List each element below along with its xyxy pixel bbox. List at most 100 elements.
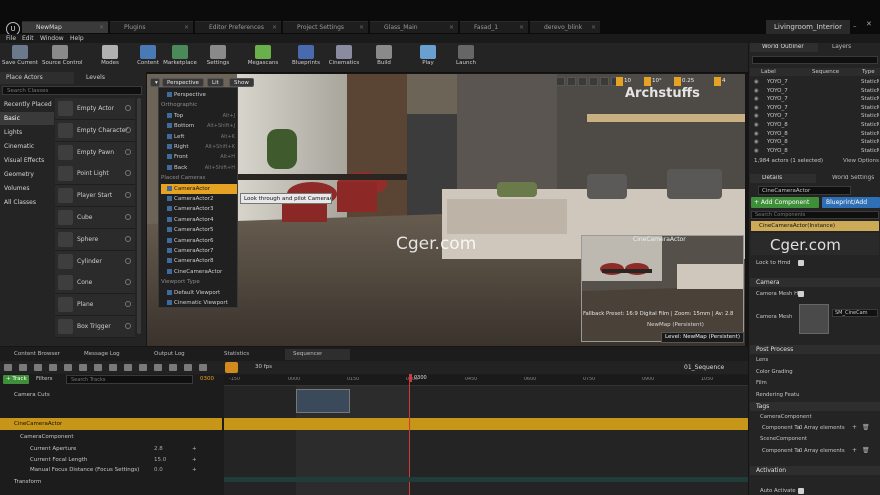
- close-tab-icon[interactable]: ✕: [272, 22, 277, 34]
- transform-tool-icon[interactable]: [589, 77, 598, 86]
- menu-edit[interactable]: Edit: [22, 34, 34, 43]
- view-options-button[interactable]: View Options: [843, 158, 879, 164]
- sequencer-tool-icon[interactable]: [139, 364, 147, 371]
- info-icon[interactable]: [125, 257, 131, 264]
- info-icon[interactable]: [125, 323, 131, 329]
- track-value[interactable]: 2.8: [154, 444, 163, 454]
- trash-icon-1[interactable]: 🗑: [862, 424, 870, 431]
- viewport-menu-item[interactable]: Perspective: [161, 90, 237, 100]
- menu-window[interactable]: Window: [40, 34, 64, 43]
- viewport-menu-item[interactable]: Front Alt+H: [161, 152, 237, 162]
- category-recently-placed[interactable]: Recently Placed: [0, 98, 54, 111]
- sequencer-tool-icon[interactable]: [94, 364, 102, 371]
- sequencer-tool-icon[interactable]: [19, 364, 27, 371]
- lit-button[interactable]: Lit: [207, 78, 224, 87]
- search-tracks-input[interactable]: Search Tracks: [66, 375, 193, 384]
- add-track-button[interactable]: + Track: [3, 375, 29, 384]
- close-tab-icon[interactable]: ✕: [359, 22, 364, 34]
- category-geometry[interactable]: Geometry: [0, 168, 54, 181]
- bottom-tab[interactable]: Message Log: [84, 350, 120, 359]
- info-icon[interactable]: [125, 214, 131, 220]
- actor-name-input[interactable]: CineCameraActor: [758, 186, 851, 195]
- place-actor-item[interactable]: Box Trigger: [55, 316, 135, 338]
- viewport-menu-item[interactable]: CineCameraActor: [161, 267, 237, 277]
- menu-file[interactable]: File: [6, 34, 16, 43]
- viewport-options-button[interactable]: ▾: [150, 78, 160, 87]
- viewport-menu-item[interactable]: Back Alt+Shift+H: [161, 163, 237, 173]
- outliner-col-type[interactable]: Type: [862, 68, 875, 76]
- cine-camera-track-bar[interactable]: [224, 418, 748, 430]
- toolbar-button[interactable]: Play: [410, 45, 446, 71]
- track-row[interactable]: CineCameraActor: [0, 418, 222, 430]
- category-cinematic[interactable]: Cinematic: [0, 140, 54, 153]
- place-actor-item[interactable]: Sphere: [55, 228, 135, 251]
- tab-world-settings[interactable]: World Settings: [832, 175, 874, 181]
- close-tab-icon[interactable]: ✕: [591, 22, 596, 34]
- sequencer-tool-icon[interactable]: [34, 364, 42, 371]
- place-actor-item[interactable]: Plane: [55, 294, 135, 317]
- close-tab-icon[interactable]: ✕: [519, 22, 524, 34]
- sequencer-tool-icon[interactable]: [124, 364, 132, 371]
- blueprint-add-button[interactable]: Blueprint/Add: [822, 197, 880, 208]
- toolbar-button[interactable]: Marketplace: [162, 45, 198, 71]
- visibility-eye-icon[interactable]: ◉: [754, 87, 759, 95]
- outliner-row[interactable]: ◉ YOYO_7 StaticM: [750, 112, 880, 120]
- post-process-item[interactable]: Rendering Featu: [756, 392, 799, 398]
- search-components-input[interactable]: Search Components: [751, 211, 879, 219]
- timeline-ruler[interactable]: [224, 375, 748, 386]
- transform-tool-icon[interactable]: [556, 77, 565, 86]
- close-window-icon[interactable]: ✕: [866, 20, 874, 30]
- transform-track-bar[interactable]: [224, 477, 748, 482]
- menu-help[interactable]: Help: [70, 34, 84, 43]
- visibility-eye-icon[interactable]: ◉: [754, 138, 759, 146]
- track-row[interactable]: Transform: [0, 477, 222, 487]
- bottom-tab[interactable]: Statistics: [224, 350, 249, 359]
- toolbar-button[interactable]: Cinematics: [326, 45, 362, 71]
- place-actor-item[interactable]: Empty Pawn: [55, 141, 135, 164]
- tab-levels[interactable]: Levels: [86, 73, 105, 83]
- outliner-row[interactable]: ◉ YOYO_8 StaticM: [750, 121, 880, 129]
- add-component-button[interactable]: + Add Component: [751, 197, 819, 208]
- add-tag-icon-2[interactable]: +: [852, 447, 857, 454]
- track-row[interactable]: Current Focal Length 15.0 +: [0, 455, 222, 465]
- bottom-tab[interactable]: Content Browser: [14, 350, 60, 359]
- toolbar-button[interactable]: Blueprints: [288, 45, 324, 71]
- post-process-item[interactable]: Film: [756, 380, 767, 386]
- trash-icon-2[interactable]: 🗑: [862, 447, 870, 454]
- tab-details[interactable]: Details: [762, 175, 782, 181]
- toolbar-button[interactable]: Modes: [92, 45, 128, 71]
- place-actor-item[interactable]: Cylinder: [55, 250, 135, 273]
- snap-toggle-icon[interactable]: [616, 77, 623, 86]
- viewport-menu-item[interactable]: Bottom Alt+Shift+J: [161, 121, 237, 131]
- snap-value[interactable]: 10°: [652, 77, 662, 86]
- place-actor-item[interactable]: Empty Character: [55, 119, 135, 142]
- sequencer-tool-icon[interactable]: [79, 364, 87, 371]
- viewport-menu-item[interactable]: CameraActor3: [161, 204, 237, 214]
- toolbar-button[interactable]: Launch: [448, 45, 484, 71]
- auto-activate-checkbox[interactable]: [798, 488, 804, 494]
- info-icon[interactable]: [125, 126, 131, 133]
- viewport-menu-item[interactable]: CameraActor4: [161, 215, 237, 225]
- track-row[interactable]: CameraComponent: [0, 432, 222, 442]
- toolbar-button[interactable]: Build: [366, 45, 402, 71]
- place-actor-item[interactable]: Player Start: [55, 185, 135, 208]
- viewport-menu-item[interactable]: Left Alt+K: [161, 132, 237, 142]
- category-all-classes[interactable]: All Classes: [0, 196, 54, 209]
- viewport-menu-item[interactable]: Right Alt+Shift+K: [161, 142, 237, 152]
- doc-tab[interactable]: Glass_Main ✕: [370, 21, 458, 33]
- snap-toggle-icon[interactable]: [714, 77, 721, 86]
- camera-cut-section[interactable]: [296, 389, 350, 413]
- viewport-menu-item[interactable]: CameraActor2: [161, 194, 237, 204]
- visibility-eye-icon[interactable]: ◉: [754, 112, 759, 120]
- place-actor-item[interactable]: Point Light: [55, 163, 135, 186]
- component-instance-row[interactable]: CineCameraActor(Instance): [751, 221, 879, 231]
- toolbar-button[interactable]: Settings: [200, 45, 236, 71]
- camera-mesh-hidden-checkbox[interactable]: [798, 291, 804, 297]
- toolbar-button[interactable]: Megascans: [245, 45, 281, 71]
- info-icon[interactable]: [125, 279, 131, 286]
- doc-tab[interactable]: derevo_blink ✕: [530, 21, 600, 33]
- fps-dropdown[interactable]: 30 fps: [255, 364, 272, 370]
- category-basic[interactable]: Basic: [0, 112, 54, 125]
- doc-tab[interactable]: Project Settings ✕: [283, 21, 368, 33]
- info-icon[interactable]: [125, 235, 131, 242]
